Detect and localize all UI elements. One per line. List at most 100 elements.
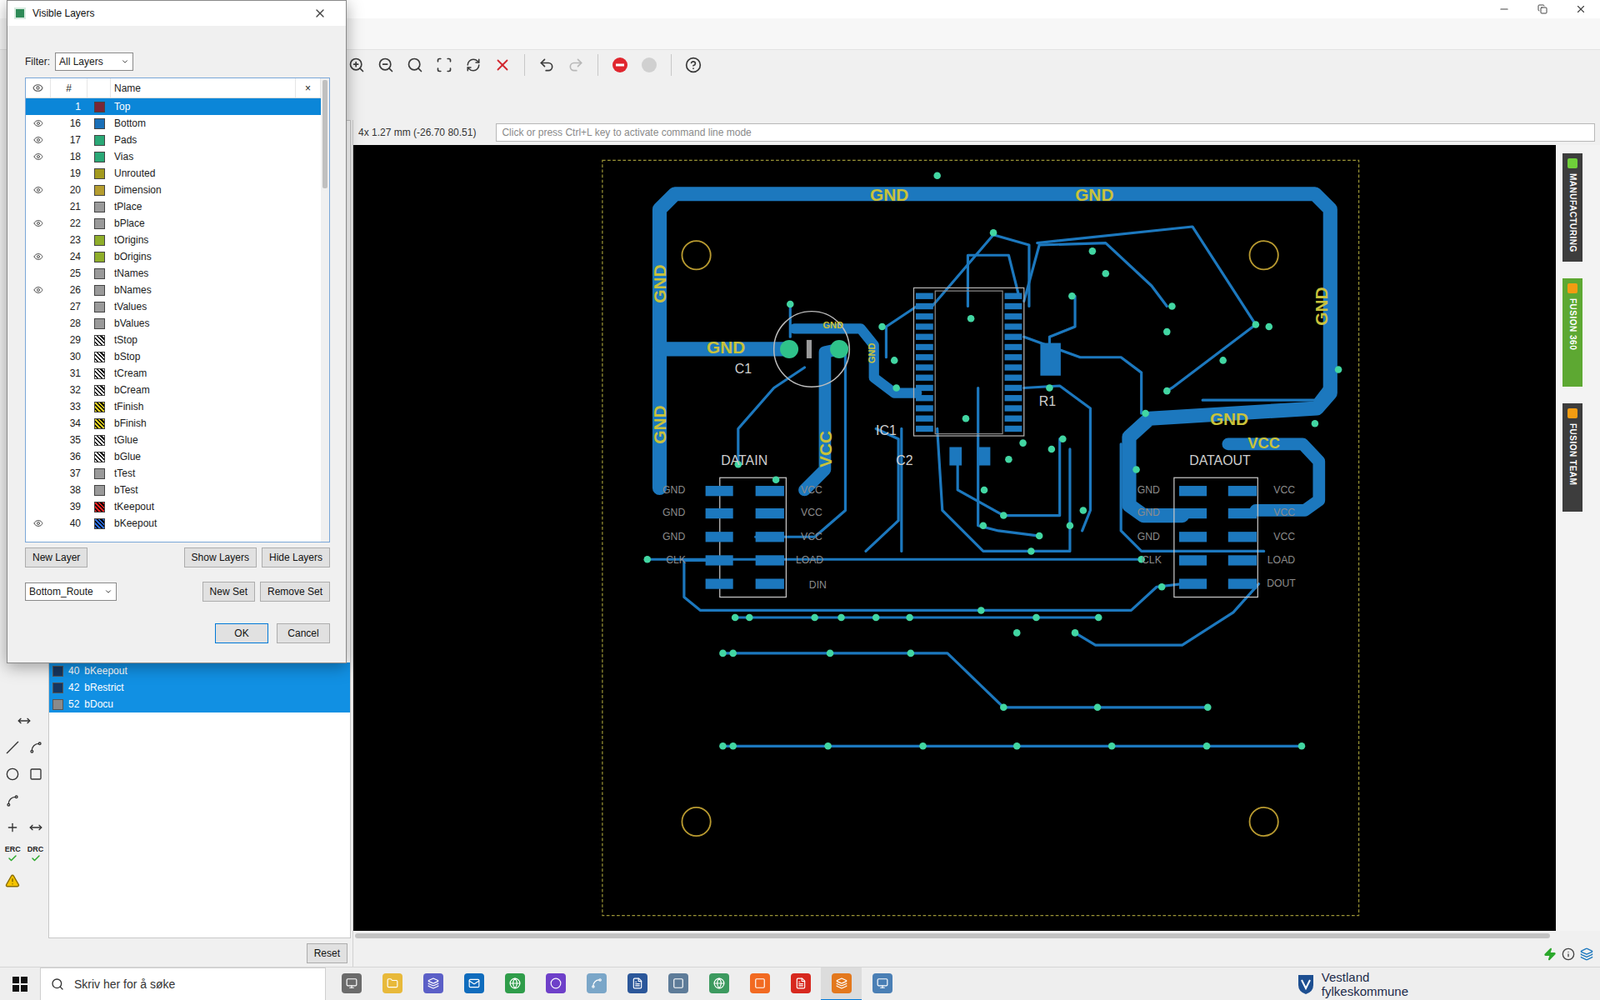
mounting-hole[interactable] [1250, 240, 1279, 270]
smd-pad[interactable] [1228, 508, 1257, 519]
via[interactable] [890, 356, 899, 365]
via[interactable] [1168, 302, 1176, 310]
smd-pad[interactable] [1005, 395, 1023, 401]
layer-row[interactable]: 33tFinish [25, 398, 321, 415]
pcb-label[interactable]: C2 [895, 453, 913, 468]
smd-pad[interactable] [915, 303, 934, 310]
signal-trace[interactable] [865, 428, 899, 551]
smd-pad[interactable] [1005, 323, 1023, 330]
via[interactable] [1048, 445, 1056, 454]
tool-button[interactable] [4, 765, 21, 784]
smd-pad[interactable] [705, 531, 734, 542]
via[interactable] [1059, 435, 1067, 443]
redraw-button[interactable] [460, 52, 486, 78]
smd-pad[interactable] [915, 405, 934, 411]
smd-pad[interactable] [915, 293, 934, 300]
smd-pad[interactable] [1005, 303, 1023, 310]
connector-footprint[interactable] [705, 477, 787, 597]
pcb-label[interactable]: GND [662, 484, 685, 496]
layer-row[interactable]: 34bFinish [25, 415, 321, 432]
scrollbar-thumb[interactable] [355, 933, 1550, 939]
via[interactable] [980, 486, 989, 495]
pcb-label[interactable]: GND [1137, 506, 1160, 519]
scrollbar-thumb[interactable] [322, 80, 328, 189]
layer-row[interactable]: 29tStop [25, 331, 321, 349]
r1-pad[interactable] [1040, 343, 1060, 376]
pcb-label[interactable]: VCC [1273, 484, 1295, 496]
filter-select[interactable]: All Layers [55, 52, 134, 71]
go-button[interactable] [636, 52, 662, 78]
visibility-toggle[interactable] [25, 135, 51, 145]
hide-layers-button[interactable]: Hide Layers [261, 547, 330, 568]
layer-row[interactable]: 22bPlace [25, 215, 321, 232]
smd-pad[interactable] [1228, 578, 1257, 589]
layer-row[interactable]: 21tPlace [25, 198, 321, 215]
via[interactable] [1032, 614, 1040, 622]
smd-pad[interactable] [915, 364, 934, 370]
taskbar-app[interactable] [657, 967, 699, 1000]
tool-button[interactable] [4, 818, 21, 837]
power-trace[interactable] [804, 349, 840, 490]
layer-row[interactable]: 30bStop [25, 348, 321, 365]
signal-trace[interactable] [722, 653, 1208, 708]
layer-row[interactable]: 39tKeepout [25, 498, 321, 515]
zoom-in-button[interactable] [344, 52, 370, 78]
smd-pad[interactable] [1228, 485, 1257, 496]
via[interactable] [826, 650, 835, 658]
signal-trace[interactable] [722, 745, 1302, 748]
via[interactable] [907, 650, 915, 658]
erc-button[interactable]: ERC [5, 845, 21, 864]
smd-pad[interactable] [1179, 578, 1207, 589]
smd-pad[interactable] [705, 485, 734, 496]
name-column-header[interactable]: Name [110, 78, 296, 98]
via[interactable] [933, 171, 941, 180]
board-canvas[interactable]: GNDGNDGNDGNDGNDGNDVCCGNDVCCGNDGNDC1IC1C2… [353, 145, 1556, 931]
cancel-button[interactable]: Cancel [276, 623, 330, 644]
layer-row[interactable]: 31tCream [25, 365, 321, 382]
tool-button[interactable] [27, 738, 45, 757]
mounting-hole[interactable] [1250, 807, 1279, 836]
smd-pad[interactable] [915, 323, 934, 330]
layer-row[interactable]: 19Unrouted [25, 165, 321, 182]
signal-trace[interactable] [937, 428, 1070, 551]
pcb-label[interactable]: GND [1137, 530, 1160, 543]
visibility-toggle[interactable] [25, 251, 51, 262]
signal-trace[interactable] [978, 387, 1040, 536]
layer-row[interactable]: 26bNames [25, 281, 321, 299]
tool-button[interactable] [15, 711, 33, 730]
signal-trace[interactable] [1075, 584, 1259, 645]
smd-pad[interactable] [755, 555, 785, 565]
taskbar-app[interactable] [371, 967, 413, 1000]
taskbar-app[interactable] [575, 967, 617, 1000]
via[interactable] [977, 606, 985, 615]
smd-pad[interactable] [915, 344, 934, 350]
smd-pad[interactable] [1005, 385, 1023, 391]
via[interactable] [1013, 742, 1021, 750]
smd-pad[interactable] [1179, 531, 1207, 542]
smd-pad[interactable] [1179, 485, 1207, 496]
side-tab[interactable]: MANUFACTURING [1562, 153, 1583, 262]
smd-pad[interactable] [1005, 425, 1023, 432]
smd-pad[interactable] [755, 508, 785, 519]
pcb-label[interactable]: GND [822, 320, 844, 330]
tht-pad[interactable] [830, 340, 849, 359]
smd-pad[interactable] [1179, 508, 1207, 519]
taskbar-app[interactable] [739, 967, 780, 1000]
signal-trace[interactable] [735, 615, 1101, 619]
layer-row[interactable]: 27tValues [25, 298, 321, 315]
layer-row[interactable]: 16Bottom [25, 115, 321, 132]
ok-button[interactable]: OK [215, 623, 269, 644]
horizontal-scrollbar[interactable] [353, 930, 1600, 941]
layer-row[interactable]: 17Pads [25, 131, 321, 149]
via[interactable] [1203, 742, 1211, 750]
via[interactable] [1095, 614, 1103, 622]
c2-pad[interactable] [949, 447, 962, 466]
layer-row[interactable]: 28bValues [25, 315, 321, 332]
smd-pad[interactable] [1179, 555, 1207, 565]
pcb-label[interactable]: DIN [809, 579, 827, 591]
smd-pad[interactable] [915, 313, 934, 320]
layer-row[interactable]: 32bCream [25, 381, 321, 399]
layer-row[interactable]: 20Dimension [25, 181, 321, 199]
layer-row[interactable]: 25tNames [25, 265, 321, 282]
tool-button[interactable] [4, 738, 21, 757]
